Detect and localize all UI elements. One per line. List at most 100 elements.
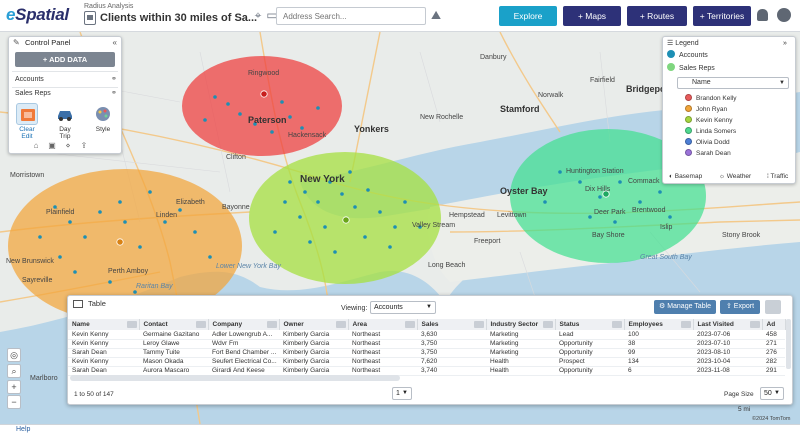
export-button[interactable]: ⇪ Export — [720, 300, 760, 314]
locate-me-button[interactable]: ◎ — [7, 348, 21, 362]
map-label: Norwalk — [538, 92, 564, 99]
basemap-button[interactable]: ◐ Basemap — [669, 172, 702, 181]
filter-icon[interactable] — [473, 321, 484, 328]
map-edit-icon — [16, 103, 38, 125]
weather-button[interactable]: ☼ Weather — [719, 172, 751, 181]
legend-layer-sales-reps[interactable]: Sales Reps — [667, 63, 715, 74]
layer-sales-reps[interactable]: Sales Reps ⚭ — [15, 89, 119, 99]
column-header[interactable]: Company — [208, 319, 280, 330]
legend-layer-accounts[interactable]: Accounts — [667, 50, 708, 61]
column-header[interactable]: Name — [68, 319, 140, 330]
add-routes-button[interactable]: + Routes — [627, 6, 687, 26]
column-header[interactable]: Status — [555, 319, 625, 330]
column-header[interactable]: Last Visited — [693, 319, 763, 330]
table-row[interactable]: Kevin Kenny Leroy Glawe Wdvr Fm Kimberly Ga… — [68, 339, 785, 349]
filter-icon[interactable] — [266, 321, 277, 328]
filter-icon[interactable] — [611, 321, 622, 328]
add-maps-button[interactable]: + Maps — [563, 6, 621, 26]
layer-link-icon[interactable]: ⚭ — [111, 89, 117, 99]
style-tool[interactable]: Style — [91, 103, 115, 133]
column-header[interactable]: Sales — [417, 319, 487, 330]
legend-item[interactable]: Sarah Dean — [685, 149, 731, 158]
add-data-button[interactable]: + ADD DATA — [15, 52, 115, 67]
filter-icon[interactable] — [195, 321, 206, 328]
rep-pin-kevin-kenny[interactable] — [342, 216, 350, 224]
table-row[interactable]: Sarah Dean Aurora Mascaro Girardi And Kees… — [68, 366, 785, 376]
collapse-panel-icon[interactable]: « — [113, 37, 117, 49]
clear-edit-tool[interactable]: Clear Edit — [15, 103, 39, 140]
car-icon — [54, 103, 76, 125]
legend-item[interactable]: Olivia Dodd — [685, 138, 730, 147]
map-label: Danbury — [480, 54, 507, 61]
help-link[interactable]: Help — [16, 425, 30, 434]
export-icon[interactable]: ⇪ — [79, 141, 89, 151]
filter-icon[interactable] — [335, 321, 346, 328]
manage-table-button[interactable]: ⚙ Manage Table — [654, 300, 716, 314]
map-label: Huntington Station — [566, 168, 624, 175]
layer-accounts[interactable]: Accounts ⚭ — [15, 75, 119, 85]
map-title[interactable]: Clients within 30 miles of Sa... — [100, 12, 257, 24]
map-label: Bayonne — [222, 204, 250, 211]
filter-icon[interactable] — [126, 321, 137, 328]
search-options-icon[interactable]: ⛰ — [428, 8, 444, 22]
legend-group-by-select[interactable]: Name ▼ — [677, 77, 789, 89]
color-swatch — [685, 105, 692, 112]
page-select[interactable]: 1 ▼ — [392, 387, 412, 400]
layer-link-icon[interactable]: ⚭ — [111, 75, 117, 85]
horizontal-scrollbar[interactable] — [70, 375, 400, 381]
espatial-logo[interactable]: eSpatial — [6, 5, 69, 25]
column-header[interactable]: Area — [348, 319, 418, 330]
map-label: Linden — [156, 212, 178, 219]
vertical-scrollbar[interactable] — [786, 319, 791, 369]
table-cell: 276 — [762, 348, 785, 358]
column-header[interactable]: Owner — [279, 319, 349, 330]
explore-button[interactable]: Explore — [499, 6, 557, 26]
table-cell: 99 — [624, 348, 693, 358]
filter-icon[interactable] — [404, 321, 415, 328]
add-territories-button[interactable]: + Territories — [693, 6, 751, 26]
notifications-bell-icon[interactable] — [757, 9, 768, 21]
map-label: Hackensack — [288, 132, 327, 139]
filter-icon[interactable] — [749, 321, 760, 328]
table-cell: Leroy Glawe — [139, 339, 208, 349]
zoom-in-button[interactable]: + — [7, 380, 21, 394]
share-icon[interactable]: ⋄ — [63, 141, 73, 151]
folder-icon[interactable]: ▣ — [47, 141, 57, 151]
map-label: Ringwood — [248, 70, 280, 77]
traffic-button[interactable]: ⁞ Traffic — [767, 172, 788, 181]
home-icon[interactable]: ⌂ — [31, 141, 41, 151]
day-trip-tool[interactable]: Day Trip — [53, 103, 77, 140]
column-header[interactable]: Contact — [139, 319, 209, 330]
column-header[interactable]: Industry Sector — [486, 319, 556, 330]
legend-item[interactable]: Kevin Kenny — [685, 116, 733, 125]
map-label: Valley Stream — [412, 222, 456, 229]
table-row[interactable]: Kevin Kenny Mason Okada Seufert Electrical… — [68, 357, 785, 367]
control-panel-title: Control Panel — [25, 38, 71, 47]
rep-pin-john-ryan[interactable] — [116, 238, 124, 246]
column-header[interactable]: Ad — [762, 319, 786, 330]
filter-icon[interactable] — [680, 321, 691, 328]
table-row[interactable]: Kevin Kenny Germaine Gazitano Adler Loweng… — [68, 330, 785, 340]
map-label: Elizabeth — [176, 199, 205, 206]
map-copyright: ©2024 TomTom — [752, 416, 791, 422]
table-cell: Kevin Kenny — [68, 357, 139, 367]
legend-item[interactable]: Brandon Kelly — [685, 94, 736, 103]
page-size-select[interactable]: 50 ▼ — [760, 387, 784, 400]
close-table-button[interactable] — [765, 300, 781, 314]
map-label: Marlboro — [30, 375, 58, 382]
user-avatar-icon[interactable] — [777, 8, 791, 22]
address-search-input[interactable] — [276, 7, 426, 25]
column-header[interactable]: Employees — [624, 319, 694, 330]
filter-icon[interactable] — [542, 321, 553, 328]
table-cell: Kevin Kenny — [68, 330, 139, 340]
map-label: Morristown — [10, 172, 45, 179]
table-row[interactable]: Sarah Dean Tammy Tuite Fort Bend Chamber .… — [68, 348, 785, 358]
table-cell: Northeast — [348, 357, 417, 367]
search-map-button[interactable]: ⌕ — [7, 364, 21, 378]
viewing-select[interactable]: Accounts ▼ — [370, 301, 436, 314]
collapse-legend-icon[interactable]: » — [783, 39, 787, 49]
zoom-out-button[interactable]: − — [7, 395, 21, 409]
legend-item[interactable]: John Ryan — [685, 105, 727, 114]
rep-pin-brandon-kelly[interactable] — [260, 90, 268, 98]
legend-item[interactable]: Linda Somers — [685, 127, 736, 136]
